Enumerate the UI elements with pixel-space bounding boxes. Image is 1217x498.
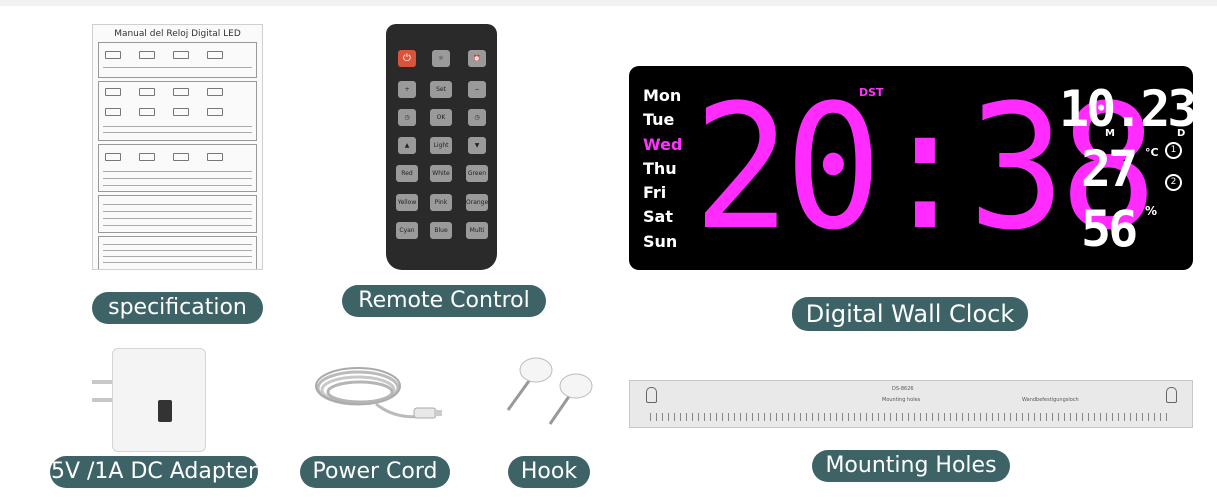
ruler-text-de: Wandbefestigungsloch (1022, 397, 1079, 403)
label-digital-wall-clock: Digital Wall Clock (792, 297, 1028, 331)
weekday-sat: Sat (643, 207, 673, 227)
weekday-tue: Tue (643, 110, 675, 130)
remote-button-red: Red (396, 165, 418, 182)
label-specification: specification (92, 292, 263, 324)
up-icon: ▲ (398, 137, 416, 154)
minus-icon: − (468, 81, 486, 98)
remote-button-green: Green (466, 165, 488, 182)
mounting-hole-icon (646, 387, 657, 403)
remote-button-ok: OK (430, 109, 452, 126)
clock-date: 10.23 (1059, 80, 1198, 138)
weekday-list: Mon Tue Wed Thu Fri Sat Sun (643, 84, 682, 254)
label-remote-control: Remote Control (342, 285, 546, 317)
label-hook: Hook (508, 456, 590, 488)
remote-button-orange: Orange (466, 194, 488, 211)
ruler-title: Mounting holes (882, 397, 921, 403)
remote-button-white: White (430, 165, 452, 182)
mounting-template-image: DS-8626 Mounting holes Wandbefestigungsl… (629, 380, 1193, 428)
timer-icon: ◷ (398, 109, 416, 126)
clock-time: 20:38 (693, 67, 1157, 268)
label-power-cord: Power Cord (300, 456, 450, 488)
day-label: D (1177, 128, 1186, 139)
weekday-wed: Wed (643, 134, 683, 154)
power-icon: ⏻ (398, 50, 416, 67)
remote-button-pink: Pink (430, 194, 452, 211)
brightness-icon: ☼ (432, 50, 450, 67)
temperature-value: 27 (1081, 140, 1138, 198)
clock-display: Mon Tue Wed Thu Fri Sat Sun 20:38 DST 10.23 M … (629, 66, 1198, 270)
weekday-fri: Fri (643, 183, 667, 203)
manual-section (98, 42, 257, 78)
remote-button-set: Set (430, 81, 452, 98)
remote-button-cyan: Cyan (396, 222, 418, 239)
alarm-icon: ⏰ (468, 50, 486, 67)
clock-icon: ◷ (468, 109, 486, 126)
label-mounting-holes: Mounting Holes (812, 450, 1010, 482)
manual-section (98, 236, 257, 269)
plus-icon: + (398, 81, 416, 98)
label-dc-adapter: 5V /1A DC Adapter (50, 456, 258, 488)
manual-image: Manual del Reloj Digital LED (92, 24, 263, 270)
manual-section (98, 144, 257, 192)
weekday-sun: Sun (643, 231, 678, 251)
alarm-2-icon: 2 (1165, 174, 1182, 191)
remote-button-multi: Multi (466, 222, 488, 239)
temperature-unit: °C (1145, 146, 1159, 159)
remote-control-image: ⏻ ☼ ⏰ + Set − ◷ OK ◷ ▲ Light ▼ Red White Green Yellow Pi… (386, 24, 497, 270)
remote-button-yellow: Yellow (396, 194, 418, 211)
ruler-ticks (650, 413, 1172, 421)
ruler-code: DS-8626 (892, 386, 914, 392)
mounting-hole-icon (1166, 387, 1177, 403)
manual-section (98, 195, 257, 233)
manual-section (98, 81, 257, 141)
remote-button-blue: Blue (430, 222, 452, 239)
remote-button-light: Light (430, 137, 452, 154)
dc-adapter-image (90, 348, 208, 452)
month-label: M (1105, 128, 1115, 139)
manual-title: Manual del Reloj Digital LED (114, 29, 241, 39)
top-border (0, 0, 1217, 6)
dst-indicator: DST (859, 86, 884, 99)
hook-image (506, 357, 593, 425)
down-icon: ▼ (468, 137, 486, 154)
weekday-mon: Mon (643, 86, 682, 105)
alarm-1-icon: 1 (1165, 142, 1182, 159)
humidity-unit: % (1145, 204, 1158, 218)
humidity-value: 56 (1081, 200, 1138, 258)
weekday-thu: Thu (643, 158, 677, 178)
power-cord-image (315, 367, 442, 419)
